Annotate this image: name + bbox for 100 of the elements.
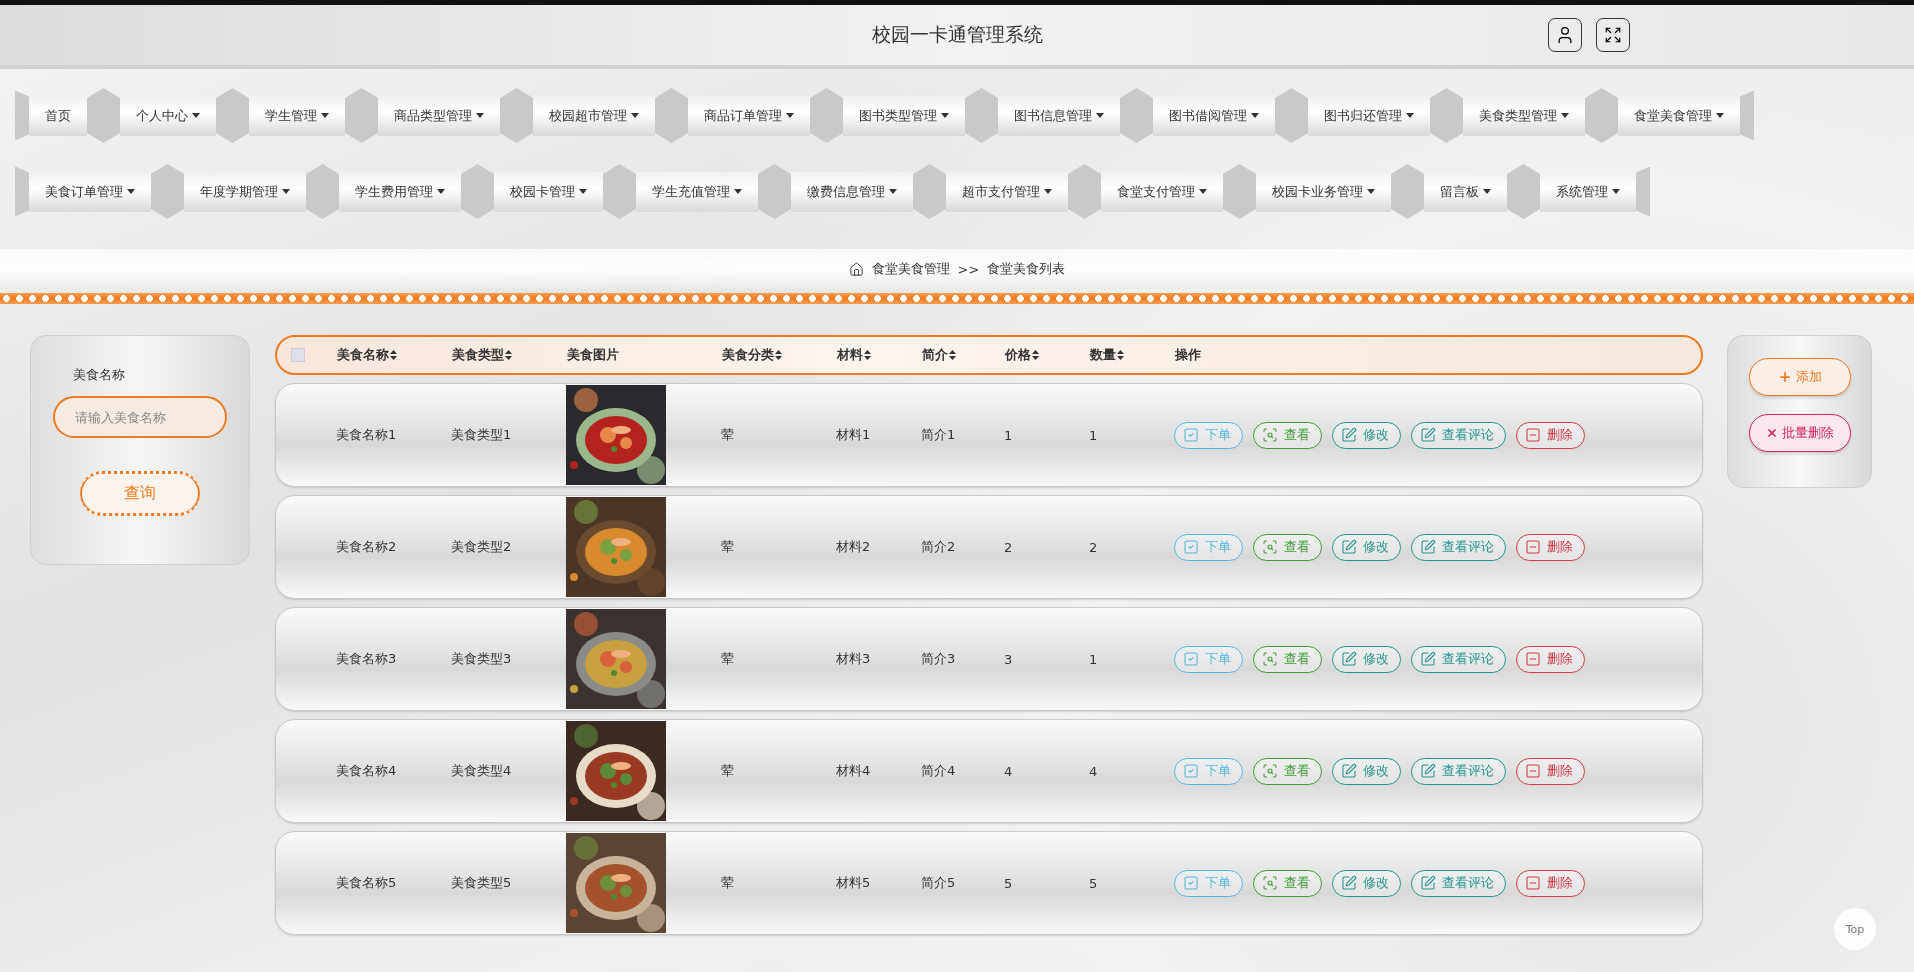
table-cell: 美食类型3 (451, 650, 512, 668)
delete-button[interactable]: 删除 (1516, 645, 1585, 673)
sort-icon[interactable] (1032, 350, 1039, 360)
sort-icon[interactable] (505, 350, 512, 360)
checkbox-icon (1183, 427, 1199, 443)
table-cell: 美食名称4 (336, 762, 397, 780)
edit-icon (1341, 539, 1357, 555)
table-cell: 简介4 (921, 762, 956, 780)
sort-icon[interactable] (390, 350, 397, 360)
table-cell: 美食类型2 (451, 538, 512, 556)
nav-menu-item[interactable]: 美食类型管理 (1463, 95, 1585, 136)
nav-menu-item[interactable]: 缴费信息管理 (791, 171, 913, 212)
minus-icon (1525, 539, 1541, 555)
edit-icon (1341, 651, 1357, 667)
nav-menu-item[interactable]: 商品订单管理 (688, 95, 810, 136)
user-button[interactable] (1548, 18, 1582, 52)
edit-icon (1420, 875, 1436, 891)
expand-icon (1604, 26, 1622, 44)
minus-icon (1525, 427, 1541, 443)
nav-menu-item[interactable]: 图书归还管理 (1308, 95, 1430, 136)
table-cell: 美食名称2 (336, 538, 397, 556)
search-field[interactable]: 请输入美食名称 (53, 396, 227, 438)
nav-menu-item[interactable]: 美食订单管理 (29, 171, 151, 212)
table-cell: 3 (1004, 651, 1013, 667)
delete-button[interactable]: 删除 (1516, 421, 1585, 449)
table-cell: 4 (1089, 763, 1098, 779)
table-cell: 美食类型1 (451, 426, 512, 444)
checkbox-icon (1183, 763, 1199, 779)
sort-icon[interactable] (775, 350, 782, 360)
column-header: 操作 (1175, 346, 1201, 364)
table-cell: 材料5 (836, 874, 871, 892)
checkbox-icon (1183, 651, 1199, 667)
nav-end-cap (1740, 90, 1754, 141)
nav-menu-item[interactable]: 校园超市管理 (533, 95, 655, 136)
table-cell: 荤 (721, 538, 734, 556)
edit-icon (1341, 875, 1357, 891)
minus-icon (1525, 651, 1541, 667)
edit-icon (1420, 539, 1436, 555)
nav-menu-item[interactable]: 图书信息管理 (998, 95, 1120, 136)
column-header[interactable]: 美食分类 (722, 346, 782, 364)
delete-button[interactable]: 删除 (1516, 869, 1585, 897)
sort-icon[interactable] (864, 350, 871, 360)
table-cell: 荤 (721, 650, 734, 668)
nav-end-cap (15, 166, 29, 217)
nav-menu-item[interactable]: 学生费用管理 (339, 171, 461, 212)
delete-button[interactable]: 删除 (1516, 533, 1585, 561)
breadcrumb-link[interactable]: 食堂美食管理 (871, 260, 950, 278)
table-cell: 2 (1004, 539, 1013, 555)
nav-menu-item[interactable]: 年度学期管理 (184, 171, 306, 212)
table-cell: 2 (1089, 539, 1098, 555)
nav-menu-item[interactable]: 校园卡管理 (494, 171, 603, 212)
nav-menu-item[interactable]: 图书借阅管理 (1153, 95, 1275, 136)
nav-menu-item[interactable]: 学生管理 (249, 95, 345, 136)
minus-icon (1525, 763, 1541, 779)
sort-icon[interactable] (949, 350, 956, 360)
table-cell: 美食类型5 (451, 874, 512, 892)
field-label: 美食名称 (73, 366, 126, 384)
table-cell: 美食名称3 (336, 650, 397, 668)
close-icon (1765, 427, 1778, 439)
delete-button[interactable]: 删除 (1516, 757, 1585, 785)
column-header[interactable]: 美食名称 (337, 346, 397, 364)
column-header[interactable]: 数量 (1090, 346, 1124, 364)
column-header[interactable]: 材料 (837, 346, 871, 364)
scan-icon (1262, 427, 1278, 443)
nav-menu-item[interactable]: 商品类型管理 (378, 95, 500, 136)
fullscreen-button[interactable] (1596, 18, 1630, 52)
nav-end-cap (15, 90, 29, 141)
nav-menu-item[interactable]: 学生充值管理 (636, 171, 758, 212)
edit-icon (1420, 763, 1436, 779)
table-cell: 荤 (721, 762, 734, 780)
plus-icon (1777, 370, 1792, 384)
table-cell: 美食名称5 (336, 874, 397, 892)
column-header[interactable]: 简介 (922, 346, 956, 364)
table-cell: 简介2 (921, 538, 956, 556)
nav-menu-item[interactable]: 超市支付管理 (946, 171, 1068, 212)
table-cell: 荤 (721, 874, 734, 892)
table-cell: 简介5 (921, 874, 956, 892)
breadcrumb-separator: >> (957, 261, 980, 277)
column-header[interactable]: 美食类型 (452, 346, 512, 364)
scan-icon (1262, 875, 1278, 891)
nav-menu-item[interactable]: 图书类型管理 (843, 95, 965, 136)
table-cell: 材料2 (836, 538, 871, 556)
table-cell: 1 (1089, 651, 1098, 667)
nav-end-cap (1636, 166, 1650, 217)
column-header[interactable]: 价格 (1005, 346, 1039, 364)
batch-delete-button[interactable]: 批量删除 (1748, 414, 1851, 452)
table-cell: 简介3 (921, 650, 956, 668)
back-to-top-button[interactable]: Top (1834, 908, 1876, 950)
nav-menu-item[interactable]: 食堂支付管理 (1101, 171, 1223, 212)
table-cell: 1 (1004, 427, 1013, 443)
breadcrumb-current: 食堂美食列表 (987, 260, 1066, 278)
checkbox-icon (1183, 539, 1199, 555)
edit-icon (1420, 427, 1436, 443)
scan-icon (1262, 763, 1278, 779)
minus-icon (1525, 875, 1541, 891)
select-all-checkbox[interactable] (291, 348, 305, 362)
nav-menu-item[interactable]: 校园卡业务管理 (1256, 171, 1391, 212)
app-title: 校园一卡通管理系统 (871, 22, 1043, 47)
scan-icon (1262, 651, 1278, 667)
sort-icon[interactable] (1117, 350, 1124, 360)
